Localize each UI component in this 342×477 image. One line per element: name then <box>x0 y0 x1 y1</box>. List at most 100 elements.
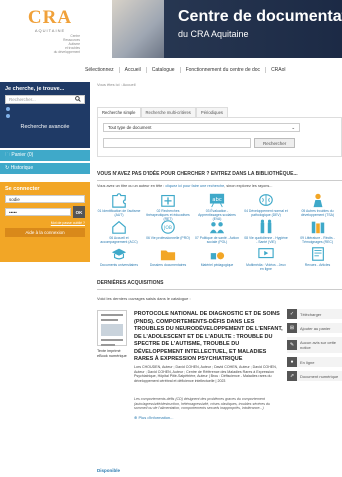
graduation-icon <box>111 248 127 260</box>
download-button[interactable]: ✓ Télécharger <box>287 309 342 319</box>
record-thumbnail[interactable] <box>97 310 127 346</box>
banner-subtitle: du CRA Aquitaine <box>178 29 249 39</box>
sidebar: Je cherche, je trouve... Rechercher... R… <box>0 82 90 262</box>
search-icon[interactable] <box>75 96 81 103</box>
job-icon: JOB <box>161 220 175 234</box>
banner-photo <box>112 0 164 58</box>
divider <box>97 180 342 181</box>
brain-icon <box>259 194 273 206</box>
login-field[interactable]: sodie <box>5 195 85 203</box>
history-label: Historique <box>10 165 34 171</box>
doc-type-value: Tout type de document <box>108 125 152 130</box>
nav-item-select[interactable]: Sélectionnez <box>80 67 120 73</box>
login-ok-button[interactable]: OK <box>73 206 85 218</box>
category-dossiers[interactable]: Dossiers documentaires <box>146 246 190 267</box>
search-tabs: Recherche simple Recherche multi-critère… <box>97 107 342 117</box>
sidebar-search: Je cherche, je trouve... Rechercher... R… <box>0 82 90 148</box>
logo-region: AQUITAINE <box>34 28 66 33</box>
search-panel: Tout type de document ⌄ Rechercher <box>97 117 342 157</box>
child-icon <box>313 193 322 208</box>
reviews-button[interactable]: ✎ Aucun avis sur cette notice <box>287 337 342 353</box>
record-actions: ✓ Télécharger ⊞ Ajouter au panier ✎ Aucun a… <box>287 309 342 385</box>
login-help-button[interactable]: Aide à la connexion <box>5 228 85 237</box>
toys-icon <box>210 252 225 260</box>
chevron-down-icon: ⌄ <box>291 124 295 130</box>
divider <box>97 289 342 290</box>
nav-item-functioning[interactable]: Fonctionnement du centre de doc <box>181 67 267 73</box>
login-title: Se connecter <box>5 186 40 192</box>
advanced-search-link[interactable]: Recherche avancée <box>5 124 85 130</box>
category-aut[interactable]: 01 Identification de l'autisme (AUT) <box>97 192 141 217</box>
category-pol[interactable]: 07 Politique de santé - Action sociale (… <box>195 219 239 244</box>
forgot-password-link[interactable]: Mot de passe oublié ? <box>5 221 85 225</box>
sidebar-search-input[interactable]: Rechercher... <box>5 95 85 104</box>
search-here-link[interactable]: cliquez ici pour faire une recherche <box>165 184 224 188</box>
cra-logo[interactable]: CRA AQUITAINE Centre Ressources Autisme … <box>20 7 80 55</box>
login-panel: Se connecter sodie ••••• OK Mot de passe… <box>0 182 90 262</box>
category-materiel[interactable]: Matériel pédagogique <box>195 246 239 267</box>
category-rec[interactable]: 09 Littérature - Récits - Témoignages (R… <box>293 219 342 244</box>
category-ret[interactable]: 02 Recherches thérapeutiques et éducativ… <box>146 192 190 221</box>
basket-label: Panier (0) <box>11 152 34 158</box>
group-icon <box>209 222 225 234</box>
video-icon <box>258 248 274 259</box>
header: CRA AQUITAINE Centre Ressources Autisme … <box>0 0 342 62</box>
basket-icon: ⊞ <box>287 323 297 333</box>
category-pro[interactable]: JOB 06 Vie professionnelle (PRO) <box>146 219 190 240</box>
house-icon <box>112 220 126 234</box>
record-type: Texte imprimé eBook numérique <box>97 349 127 358</box>
radio-dot-icon[interactable] <box>6 114 10 118</box>
header-banner: Centre de documentation du CRA Aquitaine <box>112 0 342 58</box>
magazine-icon <box>311 247 324 261</box>
search-label: Je cherche, je trouve... <box>5 86 65 92</box>
main-search-input[interactable] <box>103 138 251 148</box>
basket-link[interactable]: 🗀 Panier (0) <box>0 150 90 161</box>
tab-periodicals[interactable]: Périodiques <box>195 107 229 117</box>
doc-type-select[interactable]: Tout type de document ⌄ <box>103 123 300 132</box>
family-icon <box>260 219 272 234</box>
puzzle-icon <box>112 193 126 208</box>
category-tsa[interactable]: 05 Autres troubles du développement (TSA… <box>293 192 342 217</box>
nav-item-home[interactable]: Accueil <box>120 67 147 73</box>
category-grid: 01 Identification de l'autisme (AUT) 02 … <box>97 192 342 272</box>
more-info-link[interactable]: ⊕ Plus d'information... <box>134 415 173 420</box>
tab-multi-criteria[interactable]: Recherche multi-critères <box>140 107 196 117</box>
folder-icon <box>160 250 176 261</box>
nav-item-craol[interactable]: CRAol <box>266 67 290 73</box>
radio-dot-icon[interactable] <box>6 107 10 111</box>
acquisitions-intro: Voici les derniers ouvrages saisis dans … <box>97 296 191 301</box>
online-link[interactable]: ● En ligne <box>287 357 342 367</box>
logo-subtitle: Centre Ressources Autisme et troubles du… <box>53 34 80 54</box>
browse-title: VOUS N'AVEZ PAS D'IDÉE POUR CHERCHER ? E… <box>97 171 298 177</box>
breadcrumb: Vous êtes ici : Accueil <box>97 82 136 87</box>
history-link[interactable]: ↻ Historique <box>0 163 90 174</box>
add-to-basket-button[interactable]: ⊞ Ajouter au panier <box>287 323 342 333</box>
category-revues[interactable]: Revues - Articles <box>293 246 342 267</box>
logo-text: CRA <box>27 7 73 28</box>
tab-simple-search[interactable]: Recherche simple <box>97 107 141 117</box>
search-button[interactable]: Rechercher <box>254 138 296 148</box>
svg-text:abc: abc <box>212 197 222 203</box>
category-eva[interactable]: abc 03 Évaluation - Apprentissages scola… <box>195 192 239 221</box>
abc-board-icon: abc <box>209 193 225 208</box>
main-content: Vous êtes ici : Accueil Recherche simple… <box>97 82 342 420</box>
svg-text:JOB: JOB <box>163 225 172 231</box>
globe-icon: ● <box>287 357 297 367</box>
banner-title: Centre de documentation <box>178 8 342 25</box>
password-field[interactable]: ••••• <box>5 208 71 216</box>
category-university[interactable]: Documents universitaires <box>97 246 141 267</box>
record-title[interactable]: PROTOCOLE NATIONAL DE DIAGNOSTIC ET DE S… <box>134 311 284 364</box>
search-placeholder: Rechercher... <box>9 97 36 102</box>
category-vie[interactable]: 08 Vie quotidienne - Hygiène - Santé (VI… <box>244 219 288 244</box>
category-acc[interactable]: 06 Accueil et accompagnement (ACC) <box>97 219 141 244</box>
record-card: Texte imprimé eBook numérique PROTOCOLE … <box>97 307 342 420</box>
nav-item-catalogue[interactable]: Catalogue <box>147 67 181 73</box>
check-icon: ✓ <box>287 309 297 319</box>
record-authors: Lors CHOUDEN, Auteur ; David COHEN, Aute… <box>134 365 277 383</box>
category-multimedia[interactable]: Multimédia : Vidéos - Jeux en ligne <box>244 246 288 271</box>
category-dev[interactable]: 04 Développement normal et pathologique … <box>244 192 288 217</box>
browse-intro: Vous avez un titre ou un auteur en tête … <box>97 184 273 188</box>
books-icon <box>311 221 324 234</box>
acquisitions-title: DERNIÈRES ACQUISITIONS <box>97 280 164 286</box>
digital-document-link[interactable]: ⇗ Document numérique <box>287 371 342 381</box>
